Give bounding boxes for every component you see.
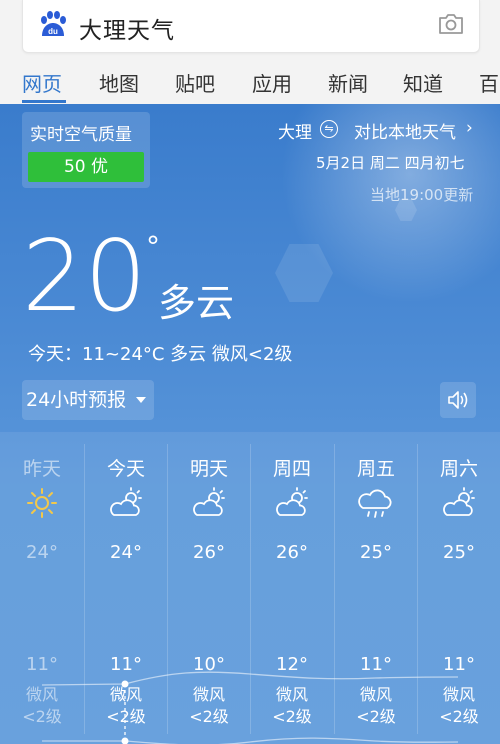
forecast-high: 26° [193,542,225,563]
chevron-right-icon[interactable]: › [466,118,473,138]
update-time: 当地19:00更新 [370,186,474,204]
forecast-high: 25° [443,542,475,563]
forecast-day[interactable]: 周六 25° 11° 微风 <2级 [417,432,500,744]
forecast-day-label: 周五 [356,458,395,480]
aqi-title: 实时空气质量 [30,125,132,145]
baidu-paw-logo-icon[interactable]: du [37,10,67,40]
wind-type: 微风 [192,685,225,704]
current-condition: 多云 [158,281,235,325]
air-quality-panel[interactable]: 实时空气质量 50 优 [22,112,150,188]
caret-down-icon [136,397,146,403]
current-temperature: 20 [22,220,147,334]
wind-level: <2级 [22,707,62,726]
forecast-low: 11° [110,654,142,675]
aqi-badge: 50 优 [28,152,144,182]
forecast-wind: 微风 <2级 [0,684,84,728]
active-tab-indicator [22,100,66,103]
tab-tieba[interactable]: 贴吧 [175,68,215,97]
forecast-low: 11° [443,654,475,675]
wind-type: 微风 [442,685,475,704]
hourly-forecast-button[interactable]: 24小时预报 [22,380,154,420]
forecast-day[interactable]: 昨天 24° 11° 微风 <2级 [0,432,84,744]
tab-zhidao[interactable]: 知道 [403,68,443,97]
forecast-day-label: 今天 [106,458,145,480]
svg-text:du: du [48,27,58,36]
search-query[interactable]: 大理天气 [79,11,175,45]
tab-web[interactable]: 网页 [22,68,62,97]
switch-city-icon[interactable]: ⇋ [320,120,338,138]
search-box[interactable]: du 大理天气 [22,0,480,53]
wind-type: 微风 [25,685,58,704]
forecast-low: 12° [276,654,308,675]
partly-cloudy-icon [193,487,225,516]
forecast-day-label: 昨天 [22,458,61,480]
weather-card: 实时空气质量 50 优 大理 ⇋ 对比本地天气 › 5月2日 周二 四月初七 当… [0,104,500,744]
forecast-high: 24° [110,542,142,563]
rain-icon [358,489,392,518]
today-summary: 今天：11~24°C 多云 微风<2级 [28,344,293,365]
forecast-high: 24° [26,542,58,563]
camera-icon[interactable] [437,12,465,36]
tab-apps[interactable]: 应用 [252,68,292,97]
wind-type: 微风 [275,685,308,704]
degree-symbol: ° [146,230,160,263]
tab-map[interactable]: 地图 [99,68,139,97]
wind-level: <2级 [189,707,229,726]
forecast-day[interactable]: 明天 26° 10° 微风 <2级 [167,432,251,744]
forecast-day-label: 周六 [439,458,478,480]
speaker-icon [448,391,468,409]
wind-type: 微风 [359,685,392,704]
forecast-wind: 微风 <2级 [250,684,334,728]
partly-cloudy-icon [110,487,142,516]
tab-more[interactable]: 百 [479,68,499,97]
city-name[interactable]: 大理 [278,118,312,143]
wind-level: <2级 [356,707,396,726]
wind-type: 微风 [109,685,142,704]
forecast-wind: 微风 <2级 [167,684,251,728]
wind-level: <2级 [439,707,479,726]
forecast-low: 11° [26,654,58,675]
forecast-day[interactable]: 周五 25° 11° 微风 <2级 [334,432,418,744]
tab-news[interactable]: 新闻 [328,68,368,97]
partly-cloudy-icon [443,487,475,516]
forecast-low: 10° [193,654,225,675]
forecast-high: 25° [360,542,392,563]
forecast-wind: 微风 <2级 [334,684,418,728]
search-bar-area: du 大理天气 [0,0,500,58]
compare-local-weather-link[interactable]: 对比本地天气 [354,118,456,143]
speaker-button[interactable] [440,382,476,418]
search-tabs: 网页 地图 贴吧 应用 新闻 知道 百 [0,58,500,104]
forecast-day[interactable]: 周四 26° 12° 微风 <2级 [250,432,334,744]
forecast-day-label: 明天 [189,458,228,480]
forecast-day-label: 周四 [272,458,311,480]
forecast-high: 26° [276,542,308,563]
partly-cloudy-icon [276,487,308,516]
hourly-forecast-label: 24小时预报 [26,389,127,411]
forecast-wind: 微风 <2级 [84,684,168,728]
forecast-low: 11° [360,654,392,675]
wind-level: <2级 [272,707,312,726]
forecast-wind: 微风 <2级 [417,684,500,728]
daily-forecast: 昨天 24° 11° 微风 <2级 今天 24° 11° 微风 <2级 明天 2… [0,432,500,744]
wind-level: <2级 [106,707,146,726]
date-line: 5月2日 周二 四月初七 [316,154,465,172]
sunny-icon [27,488,57,518]
forecast-day[interactable]: 今天 24° 11° 微风 <2级 [84,432,168,744]
